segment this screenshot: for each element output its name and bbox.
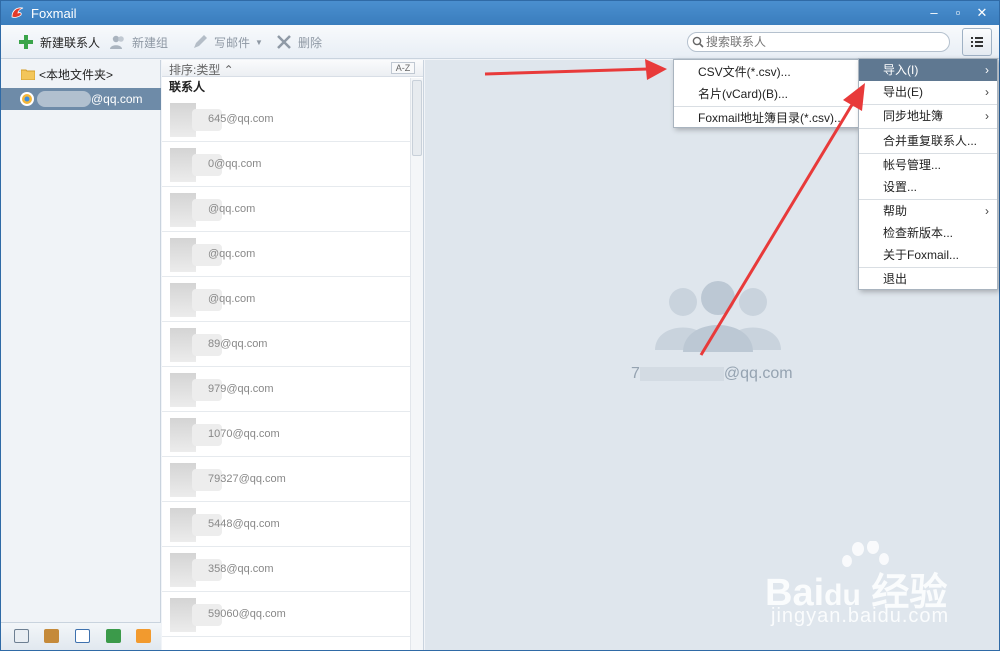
write-mail-label: 写邮件: [214, 35, 251, 50]
new-contact-button[interactable]: 新建联系人: [17, 31, 100, 53]
plus-icon: [19, 35, 33, 49]
new-group-button[interactable]: 新建组: [109, 31, 168, 53]
pen-icon: [194, 35, 207, 48]
bottom-nav: [1, 622, 161, 650]
contact-email: @qq.com: [208, 203, 256, 216]
contact-row[interactable]: 89@qq.com: [162, 322, 410, 367]
chevron-right-icon: ›: [985, 109, 989, 123]
notes-nav-icon[interactable]: [106, 629, 121, 643]
menu-exit[interactable]: 退出: [859, 268, 997, 290]
contact-row[interactable]: 979@qq.com: [162, 367, 410, 412]
calendar-nav-icon[interactable]: [75, 629, 90, 643]
contact-email: 1070@qq.com: [208, 428, 280, 441]
delete-label: 删除: [298, 35, 323, 50]
close-button[interactable]: ✕: [971, 3, 993, 23]
menu-settings[interactable]: 设置...: [859, 176, 997, 198]
contact-email: 645@qq.com: [208, 113, 274, 126]
group-header: 联系人: [169, 80, 206, 94]
search-box[interactable]: [687, 32, 950, 52]
menu-account-management[interactable]: 帐号管理...: [859, 154, 997, 176]
contact-row[interactable]: 79327@qq.com: [162, 457, 410, 502]
new-contact-label: 新建联系人: [40, 35, 101, 50]
account-item[interactable]: @qq.com: [1, 88, 161, 110]
contact-row[interactable]: @qq.com: [162, 277, 410, 322]
contact-row[interactable]: 1070@qq.com: [162, 412, 410, 457]
delete-button[interactable]: 删除: [275, 31, 322, 53]
contact-email: @qq.com: [208, 248, 256, 261]
az-sort-button[interactable]: A-Z: [391, 62, 415, 74]
contact-email: 0@qq.com: [208, 158, 262, 171]
local-folder-item[interactable]: <本地文件夹>: [1, 62, 161, 86]
account-name: @qq.com: [91, 92, 143, 106]
menu-import[interactable]: 导入(I) ›: [859, 59, 997, 81]
menu-check-update[interactable]: 检查新版本...: [859, 222, 997, 244]
contact-email: 358@qq.com: [208, 563, 274, 576]
folder-icon: [21, 69, 35, 80]
menu-separator: [859, 128, 997, 129]
folder-pane: <本地文件夹> @qq.com: [1, 60, 161, 622]
contact-row[interactable]: @qq.com: [162, 232, 410, 277]
menu-export[interactable]: 导出(E) ›: [859, 81, 997, 103]
contact-email: 79327@qq.com: [208, 473, 286, 486]
import-submenu: CSV文件(*.csv)... 名片(vCard)(B)... Foxmail地…: [673, 59, 859, 128]
foxmail-window: Foxmail – ▫ ✕ 新建联系人 新建组 写邮件 ▼ 删除 搜索联系人 <…: [0, 0, 1000, 651]
import-vcard-item[interactable]: 名片(vCard)(B)...: [674, 83, 858, 105]
maximize-button[interactable]: ▫: [947, 3, 969, 23]
watermark-url: jingyan.baidu.com: [771, 605, 950, 627]
new-group-label: 新建组: [132, 35, 169, 50]
window-title: Foxmail: [31, 6, 77, 21]
contact-row[interactable]: @qq.com: [162, 187, 410, 232]
contact-email: 5448@qq.com: [208, 518, 280, 531]
contact-row[interactable]: 645@qq.com: [162, 97, 410, 142]
import-csv-item[interactable]: CSV文件(*.csv)...: [674, 61, 858, 83]
contact-list: 排序:类型 ⌃ A-Z 联系人 645@qq.com 0@qq.com @qq.co…: [162, 60, 424, 650]
menu-about[interactable]: 关于Foxmail...: [859, 244, 997, 266]
scrollbar-thumb[interactable]: [412, 80, 422, 156]
chevron-down-icon: ▼: [255, 37, 263, 47]
delete-icon: [277, 35, 291, 49]
contact-email: 89@qq.com: [208, 338, 268, 351]
foxmail-logo-icon: [11, 7, 24, 18]
menu-sync-addressbook[interactable]: 同步地址簿 ›: [859, 105, 997, 127]
sort-bar: 排序:类型 ⌃ A-Z: [162, 60, 423, 78]
search-icon: [692, 36, 704, 48]
local-folder-label: <本地文件夹>: [39, 67, 114, 82]
contact-row[interactable]: 5448@qq.com: [162, 502, 410, 547]
contacts-nav-icon[interactable]: [44, 629, 59, 643]
minimize-button[interactable]: –: [923, 3, 945, 23]
sort-by-type[interactable]: 排序:类型 ⌃: [169, 61, 234, 78]
contact-row[interactable]: 358@qq.com: [162, 547, 410, 592]
contact-email: 59060@qq.com: [208, 608, 286, 621]
rss-nav-icon[interactable]: [136, 629, 151, 643]
main-menu-button[interactable]: [962, 28, 992, 56]
chevron-right-icon: ›: [985, 63, 989, 77]
chevron-right-icon: ›: [985, 85, 989, 99]
write-mail-button[interactable]: 写邮件 ▼: [191, 31, 263, 53]
title-bar: Foxmail – ▫ ✕: [1, 1, 999, 25]
menu-help[interactable]: 帮助 ›: [859, 200, 997, 222]
import-foxmail-csv-item[interactable]: Foxmail地址簿目录(*.csv)...: [674, 107, 858, 129]
menu-list-icon: [971, 37, 983, 47]
menu-merge-duplicates[interactable]: 合并重复联系人...: [859, 130, 997, 152]
main-dropdown-menu: 导入(I) › 导出(E) › 同步地址簿 › 合并重复联系人... 帐号管理... …: [858, 58, 998, 290]
redacted-account: [37, 91, 91, 107]
mail-nav-icon[interactable]: [14, 629, 29, 643]
contact-email: @qq.com: [208, 293, 256, 306]
current-account-label: 7 @qq.com: [631, 365, 793, 382]
contact-row[interactable]: 0@qq.com: [162, 142, 410, 187]
search-input[interactable]: [706, 35, 936, 49]
qq-account-icon: [20, 92, 34, 106]
contact-email: 979@qq.com: [208, 383, 274, 396]
group-icon: [110, 35, 124, 49]
chevron-right-icon: ›: [985, 204, 989, 218]
contacts-placeholder-icon: [655, 281, 781, 352]
contact-row[interactable]: 59060@qq.com: [162, 592, 410, 637]
list-scrollbar[interactable]: [410, 78, 423, 650]
